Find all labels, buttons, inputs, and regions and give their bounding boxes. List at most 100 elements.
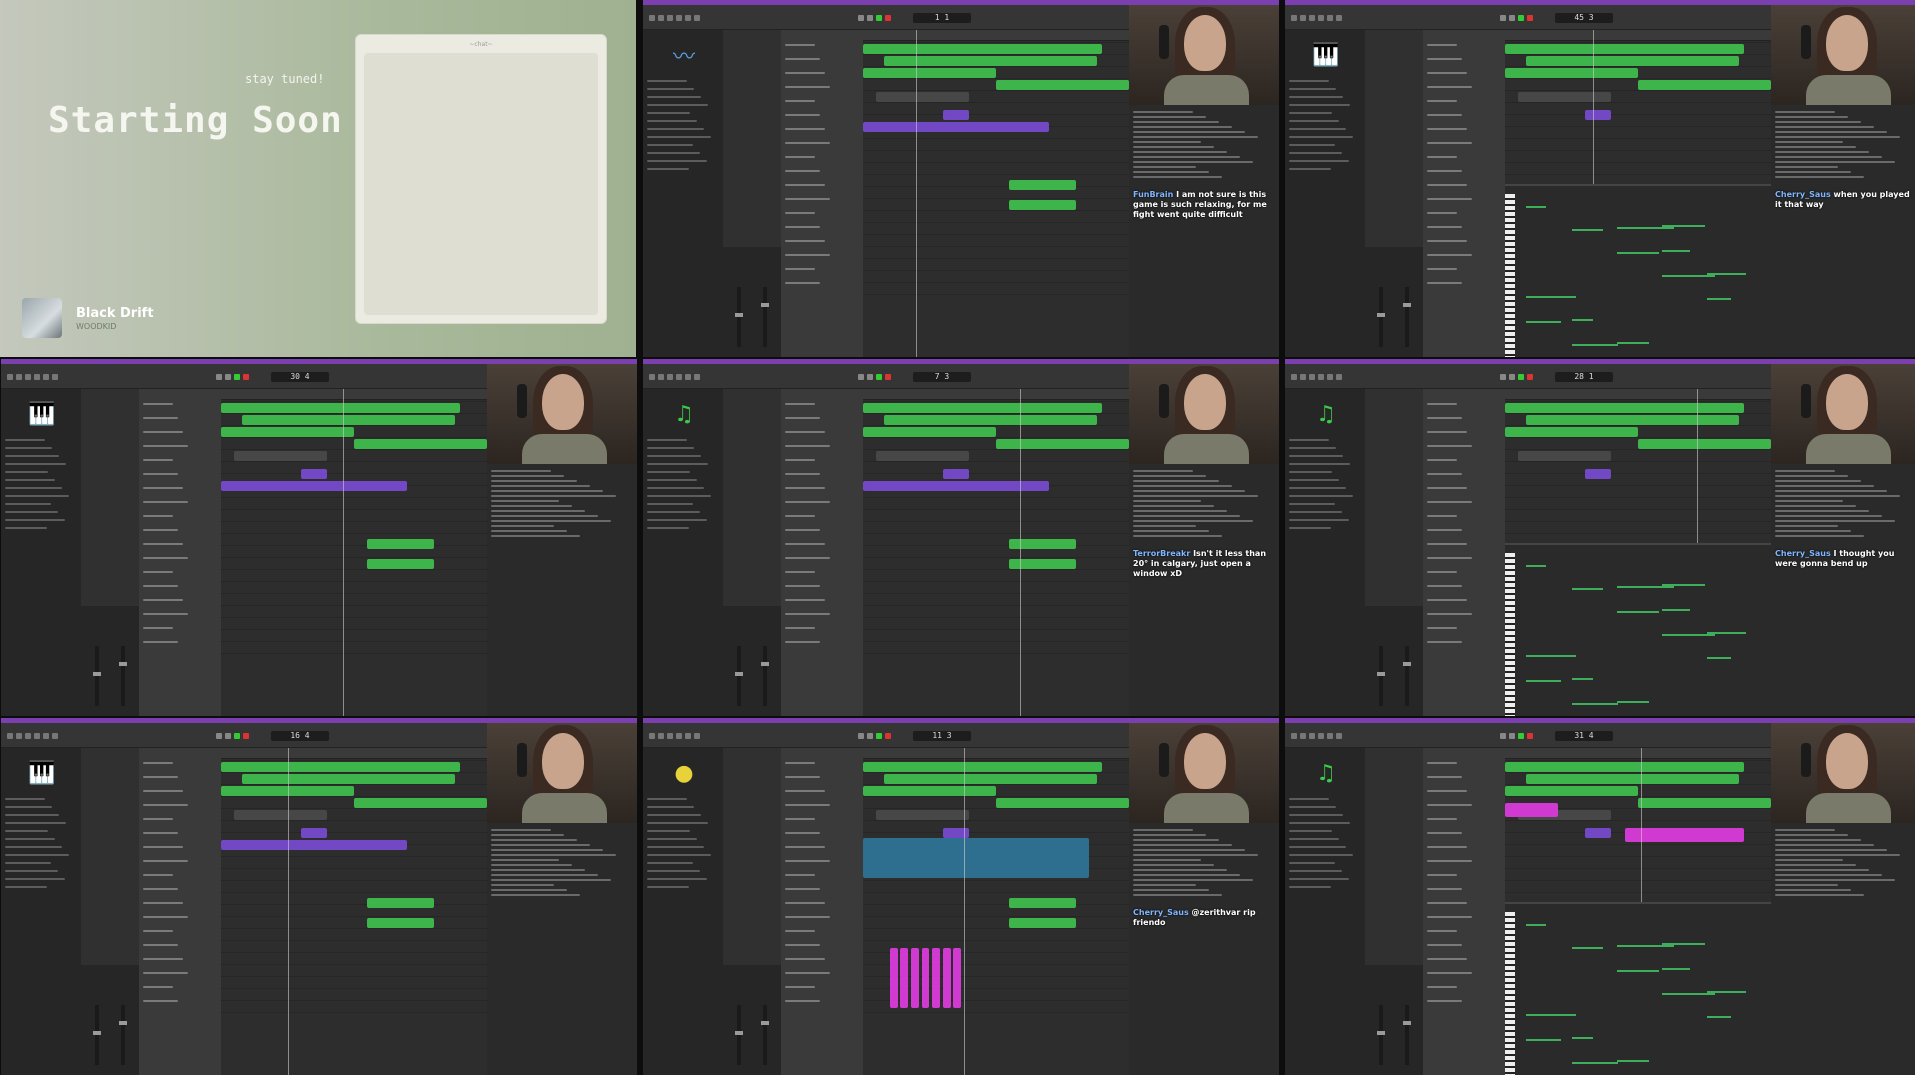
midi-note[interactable]: [1616, 944, 1674, 947]
library-item[interactable]: [1289, 519, 1349, 521]
track-header[interactable]: [143, 986, 173, 988]
midi-note[interactable]: [1707, 272, 1747, 275]
midi-note[interactable]: [1661, 608, 1690, 611]
midi-region[interactable]: [889, 948, 898, 1008]
toolbar-button[interactable]: [685, 15, 691, 21]
record-button[interactable]: [885, 733, 891, 739]
track-header[interactable]: [1427, 473, 1462, 475]
track-header[interactable]: [1427, 832, 1462, 834]
track-header[interactable]: [785, 571, 815, 573]
track-header[interactable]: [1427, 403, 1457, 405]
library-item[interactable]: [5, 862, 51, 864]
toolbar-button[interactable]: [7, 733, 13, 739]
library-item[interactable]: [647, 120, 697, 122]
track-header[interactable]: [1427, 543, 1467, 545]
toolbar-button[interactable]: [649, 15, 655, 21]
toolbar-button[interactable]: [1300, 15, 1306, 21]
track-region[interactable]: [1009, 200, 1076, 210]
toolbar-button[interactable]: [649, 733, 655, 739]
track-region[interactable]: [884, 415, 1098, 425]
library-item[interactable]: [1289, 886, 1331, 888]
toolbar-button[interactable]: [34, 733, 40, 739]
library-item[interactable]: [1289, 128, 1346, 130]
midi-note[interactable]: [1661, 942, 1705, 945]
timeline-ruler[interactable]: [221, 748, 487, 759]
toolbar-button[interactable]: [694, 374, 700, 380]
stop-button[interactable]: [225, 374, 231, 380]
track-region[interactable]: [876, 810, 970, 820]
library-item[interactable]: [1289, 862, 1335, 864]
toolbar-button[interactable]: [25, 733, 31, 739]
toolbar-button[interactable]: [676, 15, 682, 21]
track-header[interactable]: [1427, 282, 1462, 284]
track-header[interactable]: [143, 473, 178, 475]
midi-note[interactable]: [1707, 631, 1747, 634]
track-header[interactable]: [143, 571, 173, 573]
track-header[interactable]: [1427, 487, 1467, 489]
toolbar-button[interactable]: [43, 733, 49, 739]
library-item[interactable]: [1289, 830, 1332, 832]
toolbar-button[interactable]: [16, 374, 22, 380]
rewind-button[interactable]: [858, 733, 864, 739]
fader-cap[interactable]: [119, 1021, 127, 1025]
track-header[interactable]: [785, 762, 815, 764]
track-header[interactable]: [143, 515, 173, 517]
midi-note[interactable]: [1616, 251, 1659, 254]
library-item[interactable]: [647, 527, 689, 529]
toolbar-button[interactable]: [649, 374, 655, 380]
track-header[interactable]: [1427, 986, 1457, 988]
library-item[interactable]: [1289, 136, 1353, 138]
track-region[interactable]: [1584, 828, 1612, 838]
library-item[interactable]: [1289, 814, 1343, 816]
track-header[interactable]: [143, 431, 183, 433]
track-header[interactable]: [785, 445, 830, 447]
midi-note[interactable]: [1571, 946, 1603, 949]
track-header[interactable]: [1427, 268, 1457, 270]
midi-note[interactable]: [1707, 297, 1732, 300]
track-header[interactable]: [785, 790, 825, 792]
toolbar-button[interactable]: [676, 374, 682, 380]
fader-cap[interactable]: [1377, 672, 1385, 676]
volume-fader[interactable]: [95, 646, 99, 706]
track-header[interactable]: [785, 944, 820, 946]
track-header[interactable]: [1427, 557, 1472, 559]
track-header[interactable]: [143, 557, 188, 559]
track-header[interactable]: [785, 473, 820, 475]
track-region[interactable]: [863, 427, 996, 437]
track-header[interactable]: [785, 226, 820, 228]
track-header[interactable]: [143, 641, 178, 643]
library-item[interactable]: [647, 439, 687, 441]
track-region[interactable]: [863, 838, 1090, 878]
library-item[interactable]: [1289, 112, 1332, 114]
play-button[interactable]: [876, 733, 882, 739]
library-item[interactable]: [5, 463, 66, 465]
toolbar-button[interactable]: [1309, 374, 1315, 380]
midi-note[interactable]: [1571, 1061, 1618, 1064]
track-header[interactable]: [785, 818, 815, 820]
toolbar-button[interactable]: [658, 733, 664, 739]
track-header[interactable]: [785, 874, 815, 876]
timeline-ruler[interactable]: [1505, 748, 1771, 759]
play-button[interactable]: [876, 374, 882, 380]
library-item[interactable]: [1289, 806, 1336, 808]
track-header[interactable]: [1427, 599, 1467, 601]
fader-cap[interactable]: [93, 1031, 101, 1035]
track-header[interactable]: [1427, 930, 1457, 932]
rewind-button[interactable]: [858, 15, 864, 21]
track-header[interactable]: [785, 888, 820, 890]
library-item[interactable]: [1289, 471, 1332, 473]
record-button[interactable]: [1527, 374, 1533, 380]
volume-fader[interactable]: [737, 646, 741, 706]
track-header[interactable]: [1427, 198, 1472, 200]
midi-note[interactable]: [1661, 967, 1690, 970]
volume-fader[interactable]: [763, 1005, 767, 1065]
library-item[interactable]: [5, 503, 51, 505]
play-button[interactable]: [876, 15, 882, 21]
playhead[interactable]: [1019, 389, 1021, 716]
track-header[interactable]: [1427, 156, 1457, 158]
library-item[interactable]: [5, 814, 59, 816]
toolbar-button[interactable]: [1300, 374, 1306, 380]
library-item[interactable]: [647, 854, 711, 856]
track-header[interactable]: [143, 529, 178, 531]
library-item[interactable]: [647, 878, 707, 880]
